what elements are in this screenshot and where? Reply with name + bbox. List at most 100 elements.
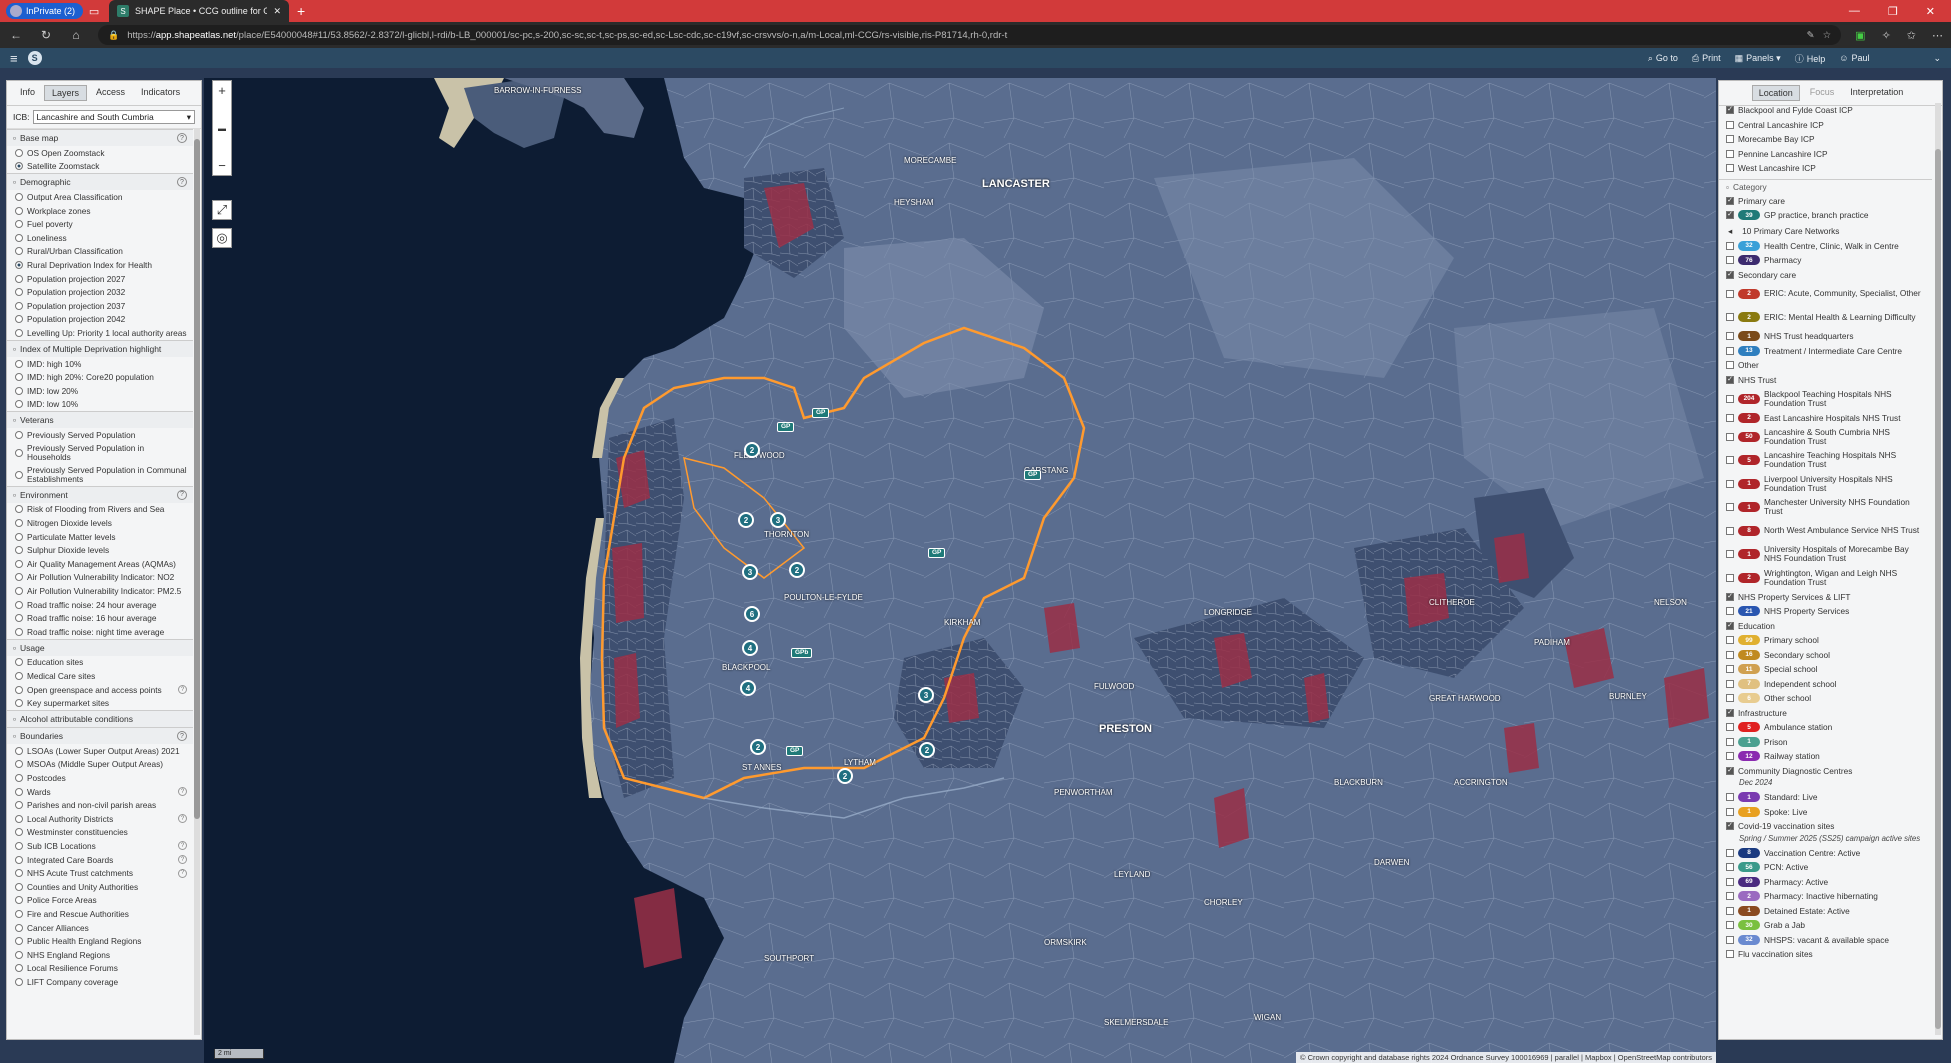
section-alcohol-attributable-conditions[interactable]: ▫ Alcohol attributable conditions [7,710,193,727]
home-icon[interactable]: ⌂ [68,28,84,42]
radio-button[interactable] [15,909,23,918]
radio-button[interactable] [15,869,23,878]
icp-item-morecambe-bay-icp[interactable]: Morecambe Bay ICP [1719,132,1932,147]
gp-marker[interactable]: GPb [791,648,813,658]
layer-option-imd-low-10[interactable]: IMD: low 10% [7,398,193,412]
layer-option-integrated-care-boards[interactable]: Integrated Care Boards? [7,853,193,867]
facility-item-independent-school[interactable]: 7 Independent school [1719,677,1932,692]
checkbox[interactable] [1726,665,1734,674]
layer-option-previously-served-population-in-communal-establishments[interactable]: Previously Served Population in Communal… [7,464,193,486]
radio-button[interactable] [15,746,23,755]
facility-item-north-west-ambulance-service-nhs-trust[interactable]: 8 North West Ambulance Service NHS Trust [1719,519,1932,543]
layer-option-risk-of-flooding-from-rivers-and-sea[interactable]: Risk of Flooding from Rivers and Sea [7,503,193,517]
layer-option-wards[interactable]: Wards? [7,785,193,799]
radio-button[interactable] [15,773,23,782]
inprivate-indicator[interactable]: InPrivate (2) [6,3,84,19]
radio-button[interactable] [15,148,23,157]
checkbox[interactable] [1726,394,1734,403]
back-icon[interactable]: ← [8,28,24,42]
radio-button[interactable] [15,546,23,555]
layer-option-imd-low-20[interactable]: IMD: low 20% [7,384,193,398]
icp-item-pennine-lancashire-icp[interactable]: Pennine Lancashire ICP [1719,147,1932,162]
layer-option-parishes-and-non-civil-parish-areas[interactable]: Parishes and non-civil parish areas [7,798,193,812]
checkbox[interactable] [1726,313,1734,322]
radio-button[interactable] [15,828,23,837]
radio-button[interactable] [15,192,23,201]
section-boundaries[interactable]: ▫ Boundaries? [7,727,193,744]
layer-option-air-pollution-vulnerability-indicator-pm2-5[interactable]: Air Pollution Vulnerability Indicator: P… [7,584,193,598]
cluster-marker[interactable]: 3 [918,687,934,703]
checkbox[interactable]: ✓ [1726,822,1734,831]
help-button[interactable]: ⓘ Help [1795,52,1826,65]
facility-item-grab-a-jab[interactable]: 30 Grab a Jab [1719,918,1932,933]
layer-option-public-health-england-regions[interactable]: Public Health England Regions [7,934,193,948]
checkbox[interactable] [1726,573,1734,582]
gp-marker[interactable]: GP [1024,470,1042,480]
layer-option-key-supermarket-sites[interactable]: Key supermarket sites [7,696,193,710]
checkbox[interactable] [1726,361,1734,370]
facility-item-manchester-university-nhs-foundation-trust[interactable]: 1 Manchester University NHS Foundation Tr… [1719,496,1932,520]
layer-option-loneliness[interactable]: Loneliness [7,231,193,245]
cluster-marker[interactable]: 2 [837,768,853,784]
radio-button[interactable] [15,614,23,623]
radio-button[interactable] [15,627,23,636]
help-icon[interactable]: ? [178,868,187,878]
checkbox[interactable] [1726,550,1734,559]
checkbox[interactable]: ✓ [1726,106,1734,115]
browser-tab[interactable]: S SHAPE Place • CCG outline for Gl ✕ [109,0,290,22]
layer-option-counties-and-unity-authorities[interactable]: Counties and Unity Authorities [7,880,193,894]
facility-item-eric-mental-health-learning-difficulty[interactable]: 2 ERIC: Mental Health & Learning Difficul… [1719,306,1932,330]
layer-option-medical-care-sites[interactable]: Medical Care sites [7,669,193,683]
icp-item-west-lancashire-icp[interactable]: West Lancashire ICP [1719,161,1932,176]
radio-button[interactable] [15,519,23,528]
checkbox[interactable] [1726,289,1734,298]
facility-item-lancashire-south-cumbria-nhs-foundation-trust[interactable]: 50 Lancashire & South Cumbria NHS Foundat… [1719,425,1932,449]
layer-option-fuel-poverty[interactable]: Fuel poverty [7,217,193,231]
checkbox[interactable] [1726,723,1734,732]
radio-button[interactable] [15,233,23,242]
checkbox[interactable]: ✓ [1726,592,1734,601]
checkbox[interactable]: ✓ [1726,211,1734,220]
layer-option-local-authority-districts[interactable]: Local Authority Districts? [7,812,193,826]
section-veterans[interactable]: ▫ Veterans [7,411,193,429]
tab-focus[interactable]: Focus [1804,85,1841,101]
layer-option-population-projection-2037[interactable]: Population projection 2037 [7,299,193,313]
radio-button[interactable] [15,260,23,269]
group-flu-vaccination-sites[interactable]: Flu vaccination sites [1719,947,1932,962]
hamburger-menu-icon[interactable]: ≡ [10,51,18,66]
checkbox[interactable] [1726,135,1734,144]
radio-button[interactable] [15,274,23,283]
layer-option-westminster-constituencies[interactable]: Westminster constituencies [7,826,193,840]
layer-option-previously-served-population-in-households[interactable]: Previously Served Population in Househol… [7,442,193,464]
radio-button[interactable] [15,559,23,568]
reload-icon[interactable]: ↻ [38,28,54,42]
radio-button[interactable] [15,658,23,667]
cluster-marker[interactable]: 6 [744,606,760,622]
facility-item-prison[interactable]: 1 Prison [1719,735,1932,750]
cluster-marker[interactable]: 2 [750,739,766,755]
radio-button[interactable] [15,896,23,905]
layer-option-local-resilience-forums[interactable]: Local Resilience Forums [7,962,193,976]
facility-item-treatment-intermediate-care-centre[interactable]: 13 Treatment / Intermediate Care Centre [1719,344,1932,359]
help-icon[interactable]: ? [178,787,187,797]
layer-option-particulate-matter-levels[interactable]: Particulate Matter levels [7,530,193,544]
close-tab-icon[interactable]: ✕ [273,6,281,17]
layer-option-levelling-up-priority-1-local-authority-areas[interactable]: Levelling Up: Priority 1 local authority… [7,326,193,340]
checkbox[interactable]: ✓ [1726,196,1734,205]
checkbox[interactable] [1726,950,1734,959]
layer-option-nitrogen-dioxide-levels[interactable]: Nitrogen Dioxide levels [7,516,193,530]
locate-icon[interactable]: ◎ [212,228,232,248]
facility-item-blackpool-teaching-hospitals-nhs-foundation-trust[interactable]: 204 Blackpool Teaching Hospitals NHS Foun… [1719,387,1932,411]
facility-item-pcn-active[interactable]: 56 PCN: Active [1719,860,1932,875]
url-input[interactable]: 🔒 https://app.shapeatlas.net/place/E5400… [98,25,1842,45]
section-base-map[interactable]: ▫ Base map? [7,129,193,146]
facility-item-nhs-property-services[interactable]: 21 NHS Property Services [1719,604,1932,619]
checkbox[interactable] [1726,921,1734,930]
tab-info[interactable]: Info [13,85,42,101]
layer-option-education-sites[interactable]: Education sites [7,656,193,670]
layer-option-nhs-acute-trust-catchments[interactable]: NHS Acute Trust catchments? [7,866,193,880]
section-demographic[interactable]: ▫ Demographic? [7,173,193,191]
location-scrollbar[interactable] [1935,103,1941,1035]
read-aloud-icon[interactable]: ✎ [1807,30,1815,41]
checkbox[interactable] [1726,432,1734,441]
